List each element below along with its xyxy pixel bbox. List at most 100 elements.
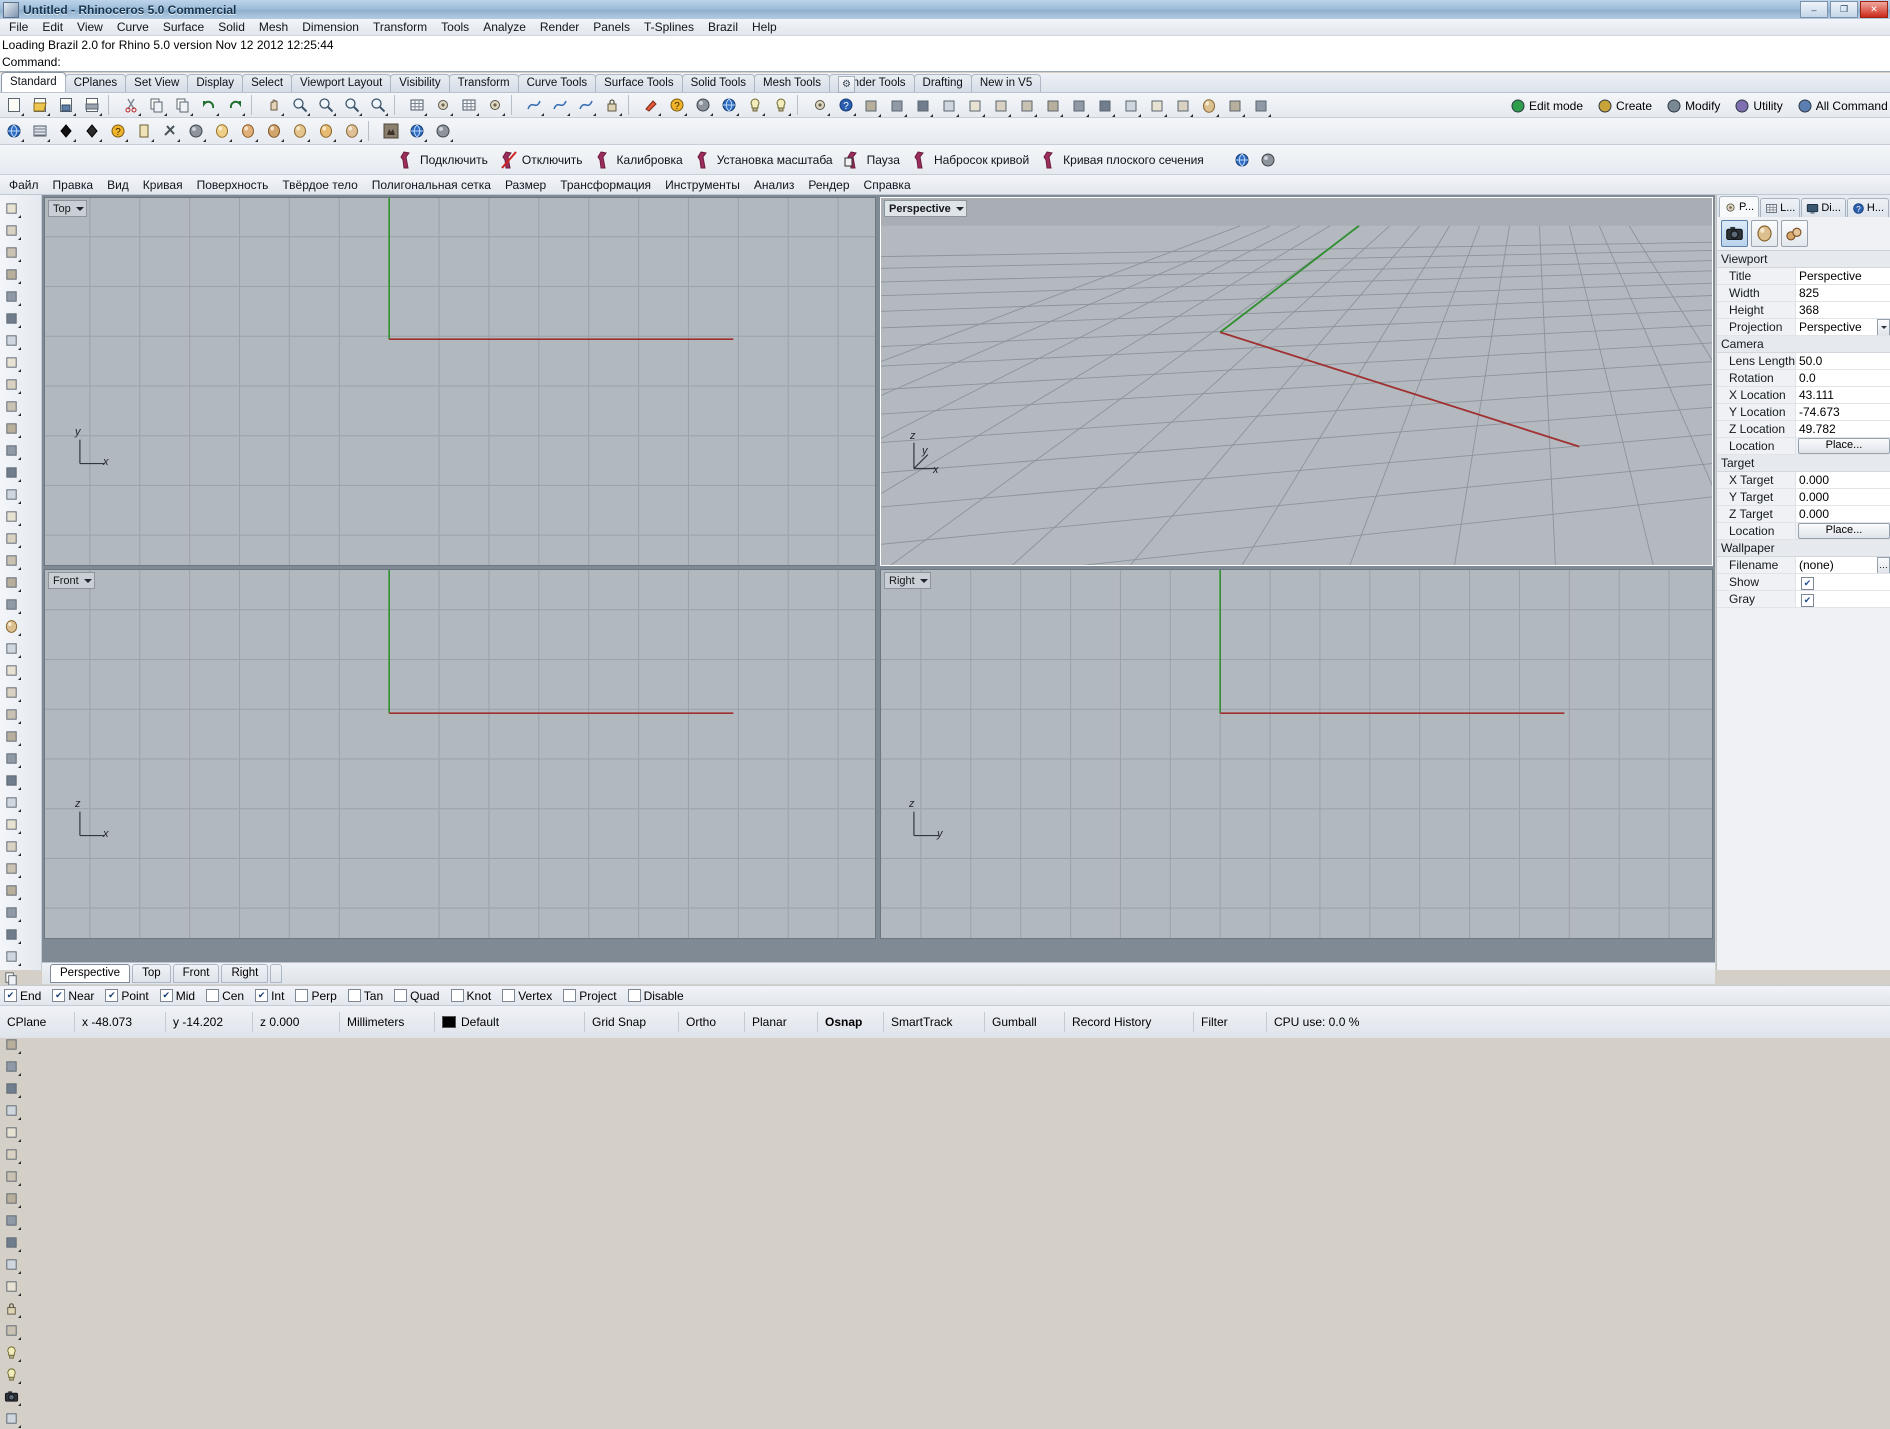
flyout-arrow-icon[interactable] <box>18 633 21 636</box>
osnap-vertex[interactable]: Vertex <box>502 989 552 1003</box>
flyout-arrow-icon[interactable] <box>125 139 128 142</box>
flyout-arrow-icon[interactable] <box>18 1403 21 1406</box>
left-tool-curve[interactable] <box>0 373 22 395</box>
render-tool-material-help[interactable]: ? <box>105 119 130 143</box>
left-tool-polygon[interactable] <box>0 417 22 439</box>
flyout-arrow-icon[interactable] <box>18 875 21 878</box>
flyout-arrow-icon[interactable] <box>18 831 21 834</box>
render-tool-sphere-wood[interactable] <box>287 119 312 143</box>
flyout-arrow-icon[interactable] <box>47 139 50 142</box>
flyout-arrow-icon[interactable] <box>619 113 622 116</box>
left-tool-solid-cylinder[interactable] <box>0 637 22 659</box>
left-tool-analyze-distance[interactable] <box>0 1209 22 1231</box>
left-tool-light-point[interactable] <box>0 1341 22 1363</box>
flyout-arrow-icon[interactable] <box>1216 113 1219 117</box>
left-tool-group[interactable] <box>0 1319 22 1341</box>
menu-item-mesh[interactable]: Mesh <box>252 19 295 35</box>
flyout-arrow-icon[interactable] <box>18 1315 21 1318</box>
status-toggle-gumball[interactable]: Gumball <box>985 1012 1065 1032</box>
checkbox-icon[interactable] <box>627 989 641 1002</box>
plugin-menu-item-1[interactable]: Правка <box>46 177 101 193</box>
plugin-button-disconnect[interactable]: Отключить <box>496 146 589 174</box>
flyout-arrow-icon[interactable] <box>18 897 21 900</box>
secondary-tool-array-polar[interactable] <box>1144 94 1169 118</box>
secondary-tool-snap-curve[interactable] <box>910 94 935 118</box>
left-tool-render-preview[interactable] <box>0 1407 22 1429</box>
flyout-arrow-icon[interactable] <box>18 1117 21 1120</box>
flyout-arrow-icon[interactable] <box>18 941 21 944</box>
flyout-arrow-icon[interactable] <box>736 113 739 116</box>
flyout-arrow-icon[interactable] <box>18 567 21 570</box>
left-tool-solid-box[interactable] <box>0 593 22 615</box>
place-button[interactable]: Place... <box>1798 438 1890 454</box>
property-value-text[interactable]: Perspective <box>1795 268 1890 284</box>
render-tool-sphere-copper[interactable] <box>235 119 260 143</box>
flyout-arrow-icon[interactable] <box>333 139 336 142</box>
standard-tool-solid-tools[interactable] <box>573 93 598 117</box>
maximize-button[interactable]: ❐ <box>1830 1 1858 18</box>
left-tool-text[interactable] <box>0 1143 22 1165</box>
left-tool-boolean-difference[interactable] <box>0 703 22 725</box>
flyout-arrow-icon[interactable] <box>18 391 21 394</box>
panel-tab-display[interactable]: Di... <box>1801 198 1846 217</box>
plugin-menu-item-4[interactable]: Поверхность <box>190 177 276 193</box>
place-button[interactable]: Place... <box>1798 523 1890 539</box>
standard-tool-cut[interactable] <box>118 93 143 117</box>
flyout-arrow-icon[interactable] <box>658 113 661 116</box>
standard-tool-help[interactable]: ? <box>833 93 858 117</box>
property-value-text[interactable]: 43.111 <box>1795 387 1890 403</box>
checkbox-icon[interactable]: ✔ <box>105 989 119 1002</box>
left-tool-analyze-angle[interactable] <box>0 1231 22 1253</box>
flyout-arrow-icon[interactable] <box>73 113 76 116</box>
menu-item-analyze[interactable]: Analyze <box>476 19 533 35</box>
viewport-top-title-button[interactable]: Top <box>48 200 87 217</box>
flyout-arrow-icon[interactable] <box>18 215 21 218</box>
flyout-arrow-icon[interactable] <box>18 1183 21 1186</box>
toolbar-tab-display[interactable]: Display <box>187 74 244 92</box>
checkbox-icon[interactable]: ✔ <box>52 989 66 1002</box>
flyout-arrow-icon[interactable] <box>853 113 856 116</box>
flyout-arrow-icon[interactable] <box>18 1249 21 1252</box>
toolbar-tab-set-view[interactable]: Set View <box>125 74 189 92</box>
plugin-menu-item-12[interactable]: Справка <box>857 177 918 193</box>
flyout-arrow-icon[interactable] <box>502 113 505 116</box>
render-tool-material-black[interactable] <box>53 119 78 143</box>
left-tool-dim-aligned[interactable] <box>0 1099 22 1121</box>
flyout-arrow-icon[interactable] <box>593 113 596 116</box>
checkbox-icon[interactable]: ✔ <box>255 989 269 1002</box>
flyout-arrow-icon[interactable] <box>18 479 21 482</box>
flyout-arrow-icon[interactable] <box>476 113 479 116</box>
left-tool-hatch[interactable] <box>0 1165 22 1187</box>
flyout-arrow-icon[interactable] <box>242 113 245 116</box>
flyout-arrow-icon[interactable] <box>1060 113 1063 117</box>
toolbar-tab-standard[interactable]: Standard <box>1 72 66 92</box>
flyout-arrow-icon[interactable] <box>385 113 388 116</box>
flyout-arrow-icon[interactable] <box>18 721 21 724</box>
plugin-menu-item-2[interactable]: Вид <box>100 177 136 193</box>
status-toggle-osnap[interactable]: Osnap <box>818 1012 884 1032</box>
flyout-arrow-icon[interactable] <box>18 259 21 262</box>
plugin-menu-item-7[interactable]: Размер <box>498 177 553 193</box>
toolbar-tab-curve-tools[interactable]: Curve Tools <box>517 74 597 92</box>
osnap-int[interactable]: ✔ Int <box>255 989 284 1003</box>
flyout-arrow-icon[interactable] <box>18 919 21 922</box>
tsplines-all-command-button[interactable]: All Command <box>1792 98 1890 114</box>
property-value-cell[interactable]: (none)… <box>1795 557 1890 573</box>
flyout-arrow-icon[interactable] <box>1086 113 1089 117</box>
flyout-arrow-icon[interactable] <box>21 139 24 142</box>
checkbox-icon[interactable] <box>450 989 464 1002</box>
panel-tab-layers[interactable]: L... <box>1760 198 1801 217</box>
secondary-tool-mesh-sphere[interactable] <box>1196 94 1221 118</box>
standard-tool-copy[interactable] <box>144 93 169 117</box>
viewport-tab-top[interactable]: Top <box>132 964 171 983</box>
left-tool-camera-set[interactable] <box>0 1385 22 1407</box>
flyout-arrow-icon[interactable] <box>18 1359 21 1362</box>
flyout-arrow-icon[interactable] <box>307 113 310 116</box>
flyout-arrow-icon[interactable] <box>1190 113 1193 117</box>
status-toggle-grid-snap[interactable]: Grid Snap <box>585 1012 679 1032</box>
flyout-arrow-icon[interactable] <box>424 113 427 116</box>
left-tool-surface-network[interactable] <box>0 571 22 593</box>
left-tool-leader[interactable] <box>0 1187 22 1209</box>
render-tool-material-metal[interactable] <box>183 119 208 143</box>
flyout-arrow-icon[interactable] <box>18 677 21 680</box>
